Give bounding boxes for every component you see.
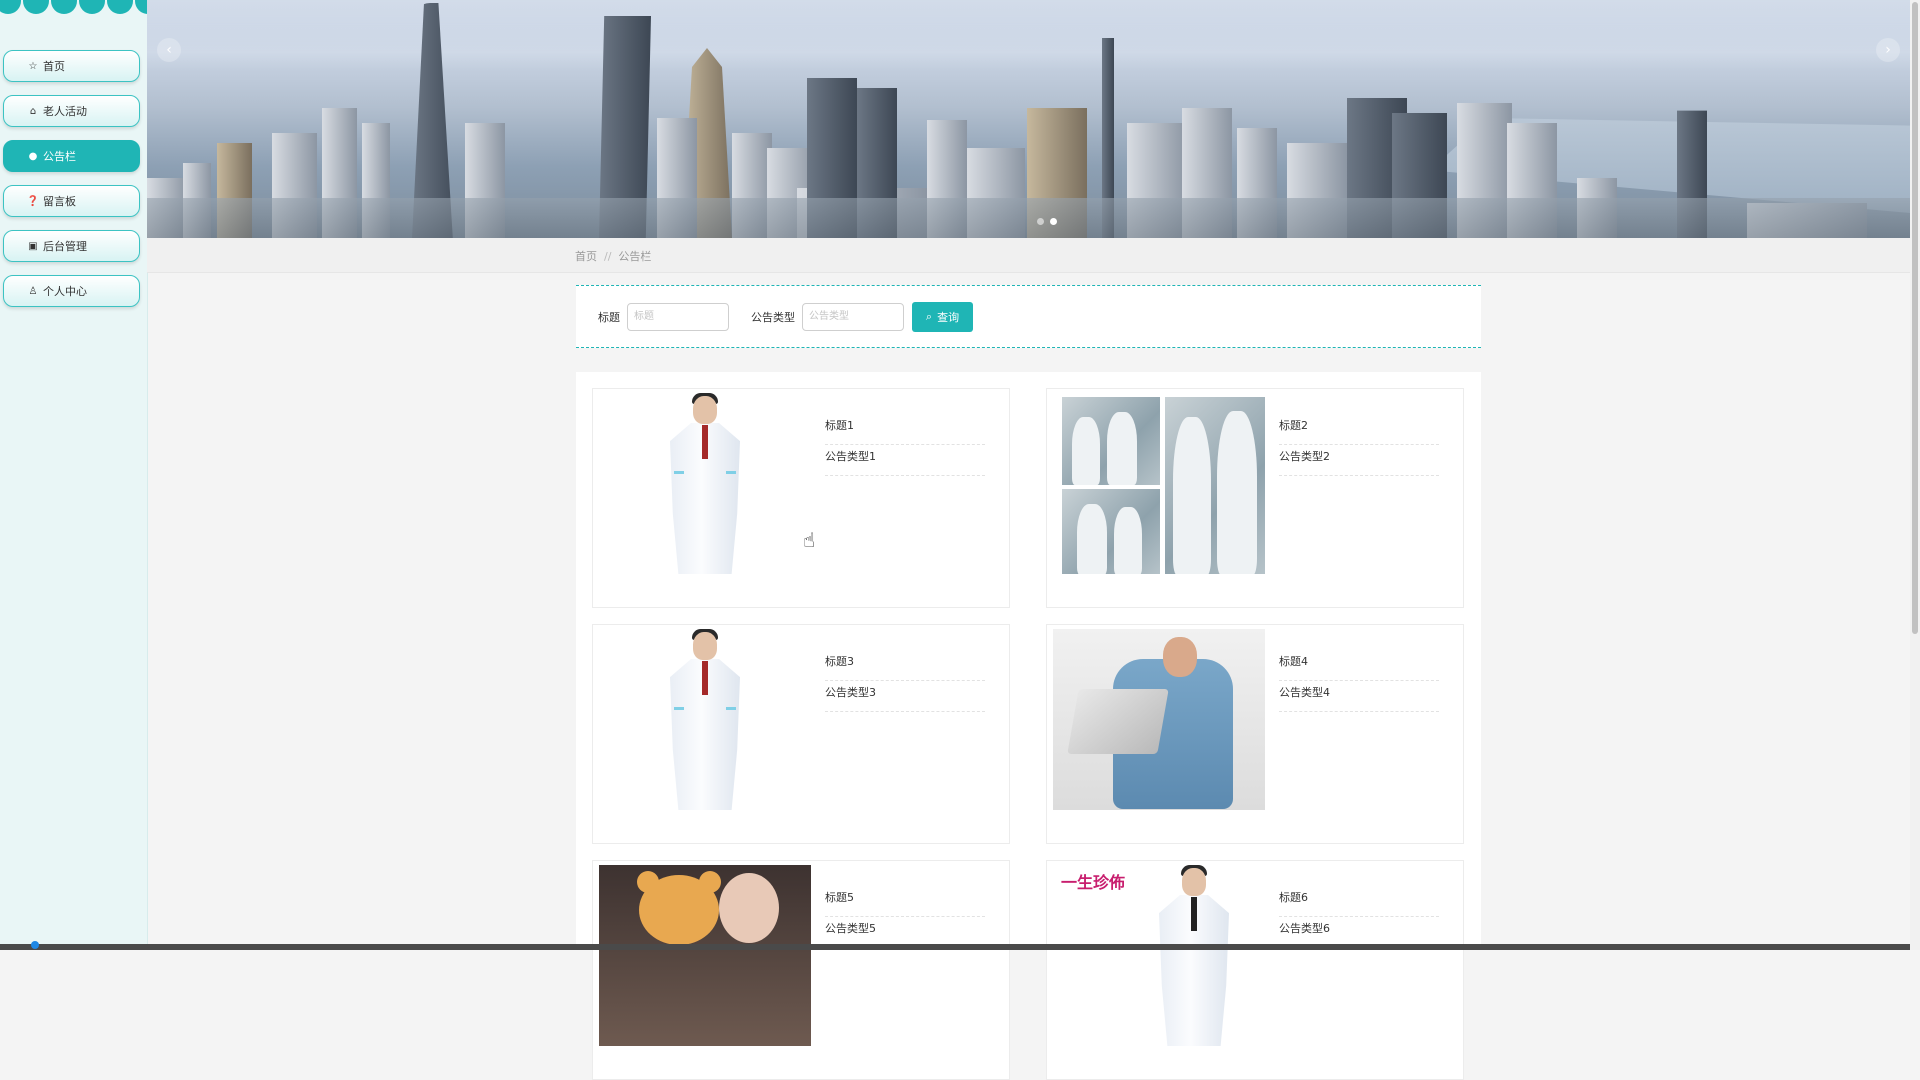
sidebar-item-label: 后台管理 bbox=[43, 240, 87, 253]
banner-next-arrow[interactable]: › bbox=[1876, 38, 1900, 62]
notice-type: 公告类型4 bbox=[1279, 681, 1439, 712]
sidebar-item-label: 公告栏 bbox=[43, 150, 76, 163]
notice-list-panel: 标题1 公告类型1 标题2 公告类型2 标题3 公告类型3 标题4 公告类型4 … bbox=[576, 372, 1481, 1080]
notice-title: 标题5 bbox=[825, 886, 985, 917]
breadcrumb-current: 公告栏 bbox=[618, 250, 652, 263]
sidebar-item-label: 首页 bbox=[43, 60, 65, 73]
breadcrumb-home[interactable]: 首页 bbox=[575, 250, 597, 263]
sidebar-item-notices[interactable]: ● 公告栏 bbox=[3, 140, 140, 172]
page-scrollbar[interactable] bbox=[1910, 0, 1920, 950]
notice-card-2[interactable]: 标题2 公告类型2 bbox=[1046, 388, 1464, 608]
user-icon: ♙ bbox=[28, 285, 38, 297]
search-icon: ⌕ bbox=[925, 309, 933, 323]
title-label: 标题 bbox=[598, 310, 620, 324]
notice-image-doctor bbox=[599, 393, 811, 574]
question-circle-icon: ❓ bbox=[26, 195, 40, 207]
search-button[interactable]: ⌕ 查询 bbox=[912, 301, 973, 332]
type-search-input[interactable] bbox=[802, 302, 904, 331]
notice-card-6[interactable]: 一生珍佈 标题6 公告类型6 bbox=[1046, 860, 1464, 1080]
notice-card-3[interactable]: 标题3 公告类型3 bbox=[592, 624, 1010, 844]
sidebar-top-decoration bbox=[0, 0, 147, 18]
notice-image-bear-mascot bbox=[599, 865, 811, 1046]
notice-type: 公告类型3 bbox=[825, 681, 985, 712]
banner-indicators bbox=[1037, 218, 1057, 225]
notice-title: 标题1 bbox=[825, 414, 985, 445]
star-icon: ☆ bbox=[28, 60, 38, 72]
sidebar-item-messages[interactable]: ❓ 留言板 bbox=[3, 185, 140, 217]
bag-icon: ⌂ bbox=[29, 105, 37, 117]
sidebar: ☆ 首页 ⌂ 老人活动 ● 公告栏 ❓ 留言板 ▣ 后台管理 ♙ 个人中心 bbox=[0, 0, 148, 950]
notice-type: 公告类型2 bbox=[1279, 445, 1439, 476]
notice-type: 公告类型1 bbox=[825, 445, 985, 476]
banner-dot[interactable] bbox=[1037, 218, 1044, 225]
printer-icon: ▣ bbox=[28, 240, 38, 252]
sidebar-item-admin[interactable]: ▣ 后台管理 bbox=[3, 230, 140, 262]
bottom-strip bbox=[0, 944, 1910, 950]
search-bar: 标题 公告类型 ⌕ 查询 bbox=[576, 285, 1481, 348]
hand-cursor-icon: ☝ bbox=[803, 528, 816, 552]
bottom-indicator-icon bbox=[31, 941, 39, 949]
sidebar-item-activities[interactable]: ⌂ 老人活动 bbox=[3, 95, 140, 127]
banner-prev-arrow[interactable]: ‹ bbox=[157, 38, 181, 62]
sidebar-item-label: 老人活动 bbox=[43, 105, 87, 118]
sidebar-item-label: 个人中心 bbox=[43, 285, 87, 298]
notice-title: 标题3 bbox=[825, 650, 985, 681]
search-button-label: 查询 bbox=[937, 310, 960, 324]
type-label: 公告类型 bbox=[751, 310, 795, 324]
notice-image-brand-doctor: 一生珍佈 bbox=[1053, 865, 1265, 1046]
notice-image-laptop-doctor bbox=[1053, 629, 1265, 810]
notice-title: 标题2 bbox=[1279, 414, 1439, 445]
banner-dot-active[interactable] bbox=[1050, 218, 1057, 225]
sidebar-item-home[interactable]: ☆ 首页 bbox=[3, 50, 140, 82]
notice-title: 标题6 bbox=[1279, 886, 1439, 917]
scrollbar-thumb[interactable] bbox=[1912, 2, 1918, 634]
brand-logo: 一生珍佈 bbox=[1061, 873, 1126, 892]
breadcrumb-separator: // bbox=[604, 250, 612, 263]
sidebar-nav: ☆ 首页 ⌂ 老人活动 ● 公告栏 ❓ 留言板 ▣ 后台管理 ♙ 个人中心 bbox=[3, 50, 140, 320]
breadcrumb-bar: 首页 // 公告栏 bbox=[147, 238, 1910, 273]
notice-title: 标题4 bbox=[1279, 650, 1439, 681]
notice-image-ppe bbox=[1053, 393, 1265, 574]
notice-card-4[interactable]: 标题4 公告类型4 bbox=[1046, 624, 1464, 844]
sidebar-item-profile[interactable]: ♙ 个人中心 bbox=[3, 275, 140, 307]
notice-image-doctor bbox=[599, 629, 811, 810]
title-search-input[interactable] bbox=[627, 302, 729, 331]
notice-card-1[interactable]: 标题1 公告类型1 bbox=[592, 388, 1010, 608]
sidebar-item-label: 留言板 bbox=[43, 195, 76, 208]
info-circle-icon: ● bbox=[28, 150, 38, 162]
banner-carousel: ‹ › bbox=[147, 0, 1910, 238]
notice-card-5[interactable]: 标题5 公告类型5 bbox=[592, 860, 1010, 1080]
breadcrumb: 首页 // 公告栏 bbox=[575, 248, 651, 264]
